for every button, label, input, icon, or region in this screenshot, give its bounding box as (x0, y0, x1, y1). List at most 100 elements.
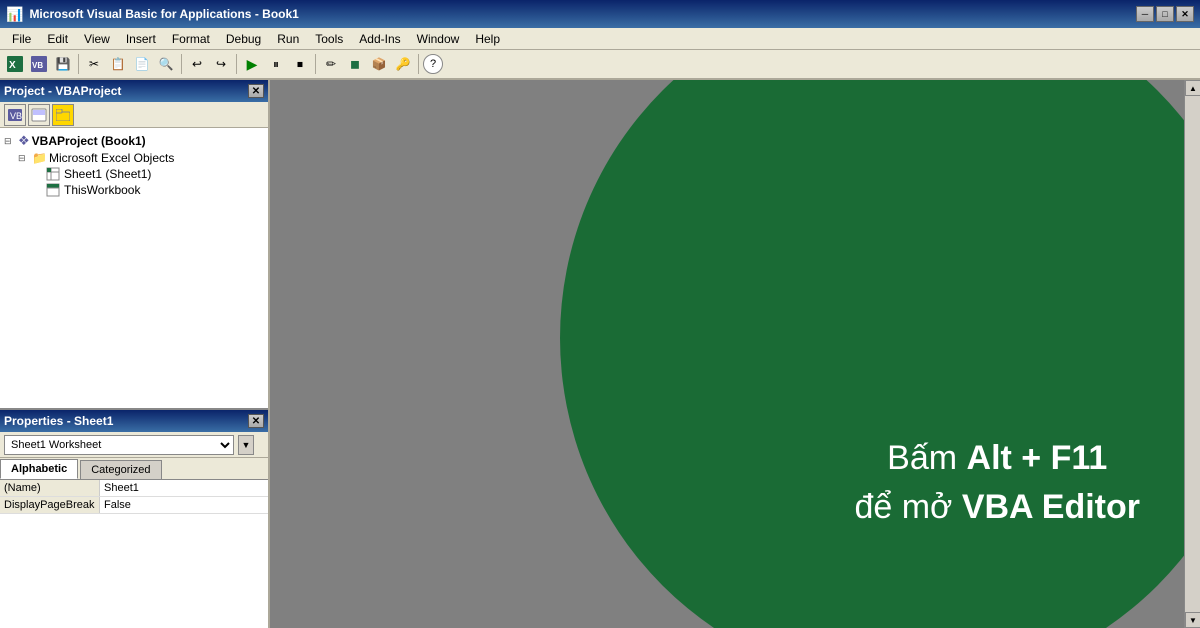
toolbar-prop-button[interactable]: 🔑 (392, 53, 414, 75)
toolbar-sep-2 (181, 54, 182, 74)
overlay-line2-bold: VBA Editor (962, 488, 1140, 526)
toolbar-help-button[interactable]: ? (423, 54, 443, 74)
close-button[interactable]: ✕ (1176, 6, 1194, 22)
overlay-line2-normal: để mở (854, 488, 961, 526)
overlay-line1: Bấm Alt + F11 (854, 438, 1140, 479)
window-controls: ─ □ ✕ (1136, 6, 1194, 22)
toolbar-find-button[interactable]: 🔍 (155, 53, 177, 75)
view-object-button[interactable] (28, 104, 50, 126)
properties-object-select-bar: Sheet1 Worksheet ▼ (0, 432, 268, 458)
menu-window[interactable]: Window (409, 30, 468, 48)
thisworkbook-label: ThisWorkbook (64, 183, 140, 197)
toolbar-object-button[interactable]: 📦 (368, 53, 390, 75)
toolbar-sep-1 (78, 54, 79, 74)
toolbar-userform-button[interactable]: ◼ (344, 53, 366, 75)
workbook-icon (46, 183, 60, 197)
properties-titlebar: Properties - Sheet1 ✕ (0, 410, 268, 432)
project-toolbar: VB (0, 102, 268, 128)
prop-name-value[interactable]: Sheet1 (100, 480, 268, 496)
menu-edit[interactable]: Edit (39, 30, 76, 48)
toolbar-sep-3 (236, 54, 237, 74)
scroll-track (1185, 96, 1200, 612)
toggle-folders-button[interactable] (52, 104, 74, 126)
properties-panel: Properties - Sheet1 ✕ Sheet1 Worksheet ▼… (0, 410, 268, 628)
minimize-button[interactable]: ─ (1136, 6, 1154, 22)
tab-categorized[interactable]: Categorized (80, 460, 161, 479)
tree-item-excel-objects[interactable]: ⊟ 📁 Microsoft Excel Objects (2, 150, 266, 166)
project-panel: Project - VBAProject ✕ VB (0, 80, 268, 410)
project-titlebar: Project - VBAProject ✕ (0, 80, 268, 102)
menu-bar: File Edit View Insert Format Debug Run T… (0, 28, 1200, 50)
menu-run[interactable]: Run (269, 30, 307, 48)
maximize-button[interactable]: □ (1156, 6, 1174, 22)
prop-name-label: (Name) (0, 480, 100, 496)
toolbar-design-button[interactable]: ✏ (320, 53, 342, 75)
toolbar-cut-button[interactable]: ✂ (83, 53, 105, 75)
left-panel: Project - VBAProject ✕ VB (0, 80, 270, 628)
toolbar-pause-button[interactable]: ⏸ (265, 53, 287, 75)
toolbar-vba-icon[interactable]: VB (28, 53, 50, 75)
properties-close-button[interactable]: ✕ (248, 414, 264, 428)
toolbar-copy-button[interactable]: 📋 (107, 53, 129, 75)
right-scrollbar[interactable]: ▲ ▼ (1184, 80, 1200, 628)
scroll-down-button[interactable]: ▼ (1185, 612, 1200, 628)
sheet-icon (46, 167, 60, 181)
prop-displaypagebreak-value[interactable]: False (100, 497, 268, 513)
folder-icon: 📁 (32, 151, 47, 165)
properties-title: Properties - Sheet1 (4, 414, 113, 428)
toolbar-excel-icon[interactable]: X (4, 53, 26, 75)
menu-insert[interactable]: Insert (118, 30, 164, 48)
vbaproject-icon: ❖ (18, 133, 30, 149)
properties-tabs: Alphabetic Categorized (0, 458, 268, 480)
toolbar-sep-5 (418, 54, 419, 74)
overlay-line1-bold: Alt + F11 (967, 439, 1108, 477)
props-row-name: (Name) Sheet1 (0, 480, 268, 497)
toolbar-redo-button[interactable]: ↪ (210, 53, 232, 75)
overlay-text-block: Bấm Alt + F11 để mở VBA Editor (854, 438, 1140, 528)
view-code-button[interactable]: VB (4, 104, 26, 126)
tree-item-sheet1[interactable]: Sheet1 (Sheet1) (2, 166, 266, 182)
tree-item-vbaproject[interactable]: ⊟ ❖ VBAProject (Book1) (2, 132, 266, 150)
expand-icon: ⊟ (4, 136, 16, 147)
tree-item-thisworkbook[interactable]: ThisWorkbook (2, 182, 266, 198)
project-title: Project - VBAProject (4, 84, 121, 98)
right-area: Bấm Alt + F11 để mở VBA Editor ▲ ▼ (270, 80, 1200, 628)
title-bar: 📊 Microsoft Visual Basic for Application… (0, 0, 1200, 28)
scroll-up-button[interactable]: ▲ (1185, 80, 1200, 96)
dropdown-button[interactable]: ▼ (238, 435, 254, 455)
tab-alphabetic[interactable]: Alphabetic (0, 459, 78, 479)
menu-format[interactable]: Format (164, 30, 218, 48)
overlay-line2: để mở VBA Editor (854, 487, 1140, 528)
toolbar-paste-button[interactable]: 📄 (131, 53, 153, 75)
menu-addins[interactable]: Add-Ins (351, 30, 408, 48)
toolbar-save-button[interactable]: 💾 (52, 53, 74, 75)
toolbar-undo-button[interactable]: ↩ (186, 53, 208, 75)
menu-help[interactable]: Help (467, 30, 508, 48)
menu-view[interactable]: View (76, 30, 118, 48)
excel-objects-label: Microsoft Excel Objects (49, 151, 174, 165)
prop-displaypagebreak-label: DisplayPageBreak (0, 497, 100, 513)
toolbar-run-button[interactable]: ▶ (241, 53, 263, 75)
menu-tools[interactable]: Tools (307, 30, 351, 48)
window-title: Microsoft Visual Basic for Applications … (29, 7, 1130, 21)
app-icon: 📊 (6, 6, 23, 23)
svg-text:VB: VB (10, 111, 22, 121)
vbaproject-label: VBAProject (Book1) (32, 134, 146, 148)
sheet1-label: Sheet1 (Sheet1) (64, 167, 151, 181)
toolbar-sep-4 (315, 54, 316, 74)
project-close-button[interactable]: ✕ (248, 84, 264, 98)
overlay-line1-normal: Bấm (887, 439, 966, 477)
properties-grid: (Name) Sheet1 DisplayPageBreak False (0, 480, 268, 628)
props-row-displaypagebreak: DisplayPageBreak False (0, 497, 268, 514)
main-layout: Project - VBAProject ✕ VB (0, 80, 1200, 628)
expand-icon-2: ⊟ (18, 153, 30, 164)
svg-text:VB: VB (32, 61, 43, 70)
menu-debug[interactable]: Debug (218, 30, 269, 48)
main-toolbar: X VB 💾 ✂ 📋 📄 🔍 ↩ ↪ ▶ ⏸ ⏹ ✏ ◼ 📦 🔑 ? (0, 50, 1200, 80)
object-select[interactable]: Sheet1 Worksheet (4, 435, 234, 455)
svg-text:X: X (9, 60, 16, 71)
toolbar-stop-button[interactable]: ⏹ (289, 53, 311, 75)
menu-file[interactable]: File (4, 30, 39, 48)
project-tree: ⊟ ❖ VBAProject (Book1) ⊟ 📁 Microsoft Exc… (0, 128, 268, 408)
green-overlay (560, 80, 1200, 628)
